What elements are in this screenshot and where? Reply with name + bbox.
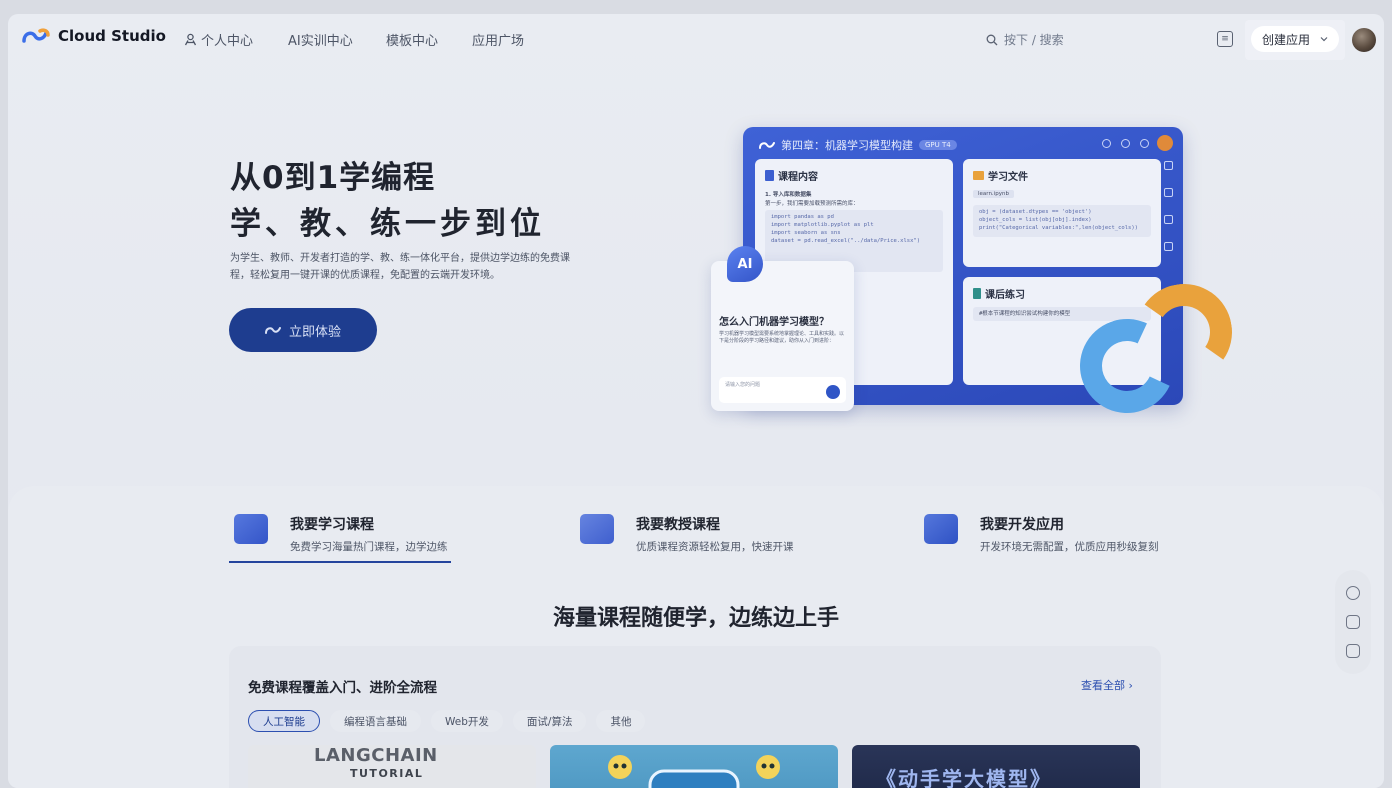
course-step-desc: 第一步，我们需要加载预测所需的库： [765, 201, 859, 207]
code-line: import pandas as pd [771, 214, 834, 220]
tab-teach-courses[interactable]: 我要教授课程 优质课程资源轻松复用，快速开课 [580, 514, 794, 554]
search-box[interactable]: 按下 / 搜索 [986, 31, 1064, 48]
cloud-logo-icon [759, 142, 775, 149]
bookmark-icon [765, 170, 774, 181]
code-line: object_cols = list(obj[obj].index) [979, 217, 1092, 223]
chat-input: 请输入您的问题 [719, 377, 846, 403]
try-now-label: 立即体验 [288, 324, 341, 340]
app-window: Cloud Studio 个人中心 AI实训中心 模板中心 应用广场 按下 / … [8, 14, 1384, 788]
terminal-icon [924, 514, 958, 544]
logo-text: Cloud Studio [58, 27, 166, 45]
search-icon [986, 34, 998, 45]
illustration-controls [1102, 139, 1149, 148]
chat-question-title: 怎么入门机器学习模型？ [719, 317, 829, 328]
chevron-down-icon [1320, 37, 1328, 42]
logo[interactable]: Cloud Studio [22, 27, 166, 45]
tab-teach-sub: 优质课程资源轻松复用，快速开课 [636, 541, 794, 553]
hero-title-line2: 学、教、练一步到位 [230, 206, 545, 242]
document-icon[interactable]: ≡ [1217, 31, 1233, 47]
tab-learn-title: 我要学习课程 [290, 517, 374, 533]
hero-description: 为学生、教师、开发者打造的学、教、练一体化平台，提供边学边练的免费课程，轻松复用… [230, 253, 570, 281]
hero-title-line1: 从0到1学编程 [230, 160, 436, 196]
active-tab-underline [229, 561, 451, 563]
course-category-chips: 人工智能 编程语言基础 Web开发 面试/算法 其他 [248, 710, 646, 732]
code-line: import seaborn as sns [771, 230, 841, 236]
nav-item-app-square[interactable]: 应用广场 [472, 30, 524, 49]
qrcode-icon[interactable] [1346, 614, 1360, 629]
illustration-header: 第四章：机器学习模型构建 GPU T4 [759, 137, 957, 153]
preview-icon [1163, 242, 1173, 251]
search-placeholder: 按下 / 搜索 [1004, 33, 1064, 47]
gpu-badge: GPU T4 [919, 140, 957, 150]
illustration-header-title: 第四章：机器学习模型构建 [781, 139, 913, 152]
tab-learn-sub: 免费学习海量热门课程，边学边练 [290, 541, 448, 553]
git-icon [1163, 215, 1173, 224]
ai-chat-card: 怎么入门机器学习模型？ 学习机器学习模型需要系统地掌握理论、工具和实践。以下是分… [711, 261, 854, 411]
person-icon [184, 33, 197, 46]
chat-icon[interactable] [1346, 585, 1360, 600]
course-content-label: 课程内容 [778, 172, 818, 183]
chip-language-basics[interactable]: 编程语言基础 [330, 710, 421, 732]
illustration-avatar [1157, 135, 1173, 151]
code-line: print("Categorical variables:",len(objec… [979, 225, 1138, 231]
files-code-block: obj = (dataset.dtypes == 'object') objec… [973, 205, 1151, 237]
tree-icon [973, 288, 981, 299]
view-all-link[interactable]: 查看全部 › [1081, 677, 1133, 693]
section-title: 海量课程随便学，边练边上手 [552, 606, 839, 631]
chip-web-dev[interactable]: Web开发 [431, 710, 503, 732]
chat-answer-text: 学习机器学习模型需要系统地掌握理论、工具和实践。以下是分阶段的学习路径和建议，助… [719, 331, 845, 344]
chip-other[interactable]: 其他 [596, 710, 646, 732]
floating-toolbar [1335, 570, 1371, 674]
tab-develop-apps[interactable]: 我要开发应用 开发环境无需配置，优质应用秒级复刻 [924, 514, 1159, 554]
nav-item-templates[interactable]: 模板中心 [386, 30, 438, 49]
code-line: dataset = pd.read_excel("../data/Price.x… [771, 238, 921, 244]
tab-develop-title: 我要开发应用 [980, 517, 1064, 533]
notebook-file: learn.ipynb [973, 190, 1014, 198]
nav-item-personal[interactable]: 个人中心 [184, 30, 253, 49]
course-card-llm[interactable]: 《动手学大模型》 [852, 745, 1140, 788]
ai-icon [1163, 161, 1173, 170]
course-content-title: 课程内容 [765, 168, 818, 183]
code-line: import matplotlib.pyplot as plt [771, 222, 874, 228]
nav-item-personal-label: 个人中心 [201, 34, 254, 49]
exercise-title: 课后练习 [973, 286, 1025, 301]
course-step-title: 1. 导入库和数据集 [765, 192, 812, 198]
course-card-langchain[interactable]: LANGCHAIN TUTORIAL [248, 745, 536, 788]
study-files-label: 学习文件 [988, 172, 1028, 183]
tab-teach-title: 我要教授课程 [636, 517, 720, 533]
chip-ai[interactable]: 人工智能 [248, 710, 320, 732]
illustration-side-toolbar [1161, 161, 1175, 251]
study-files-title: 学习文件 [973, 168, 1028, 183]
cloud-logo-icon [22, 28, 50, 43]
tab-learn-courses[interactable]: 我要学习课程 免费学习海量热门课程，边学边练 [234, 514, 448, 554]
ai-bubble-icon: AI [727, 246, 763, 282]
book-play-icon [234, 514, 268, 544]
folder-icon [973, 171, 984, 180]
llm-course-title: 《动手学大模型》 [876, 767, 1052, 788]
top-nav: Cloud Studio 个人中心 AI实训中心 模板中心 应用广场 按下 / … [8, 14, 1384, 62]
create-app-highlight: 创建应用 [1245, 20, 1345, 60]
exercise-label: 课后练习 [985, 290, 1025, 301]
chat-input-placeholder: 请输入您的问题 [725, 382, 761, 388]
teaching-board-icon [580, 514, 614, 544]
nav-item-ai-training[interactable]: AI实训中心 [288, 30, 353, 49]
langchain-title: LANGCHAIN [314, 745, 438, 766]
code-line: obj = (dataset.dtypes == 'object') [979, 209, 1092, 215]
terminal-icon [1163, 188, 1173, 197]
send-icon [826, 385, 840, 399]
course-card-robots[interactable] [550, 745, 838, 788]
free-courses-title: 免费课程覆盖入门、进阶全流程 [248, 680, 437, 696]
create-app-button[interactable]: 创建应用 [1251, 26, 1339, 52]
tab-develop-sub: 开发环境无需配置，优质应用秒级复刻 [980, 541, 1159, 553]
cloud-logo-icon [264, 327, 281, 334]
feedback-icon[interactable] [1346, 644, 1360, 659]
robot-illustration-icon [608, 755, 780, 788]
try-now-button[interactable]: 立即体验 [229, 308, 377, 352]
chip-interview-algo[interactable]: 面试/算法 [512, 710, 587, 732]
study-files-pane: 学习文件 learn.ipynb obj = (dataset.dtypes =… [963, 159, 1161, 267]
langchain-subtitle: TUTORIAL [350, 767, 424, 780]
create-app-label: 创建应用 [1261, 32, 1310, 47]
avatar[interactable] [1352, 28, 1376, 52]
